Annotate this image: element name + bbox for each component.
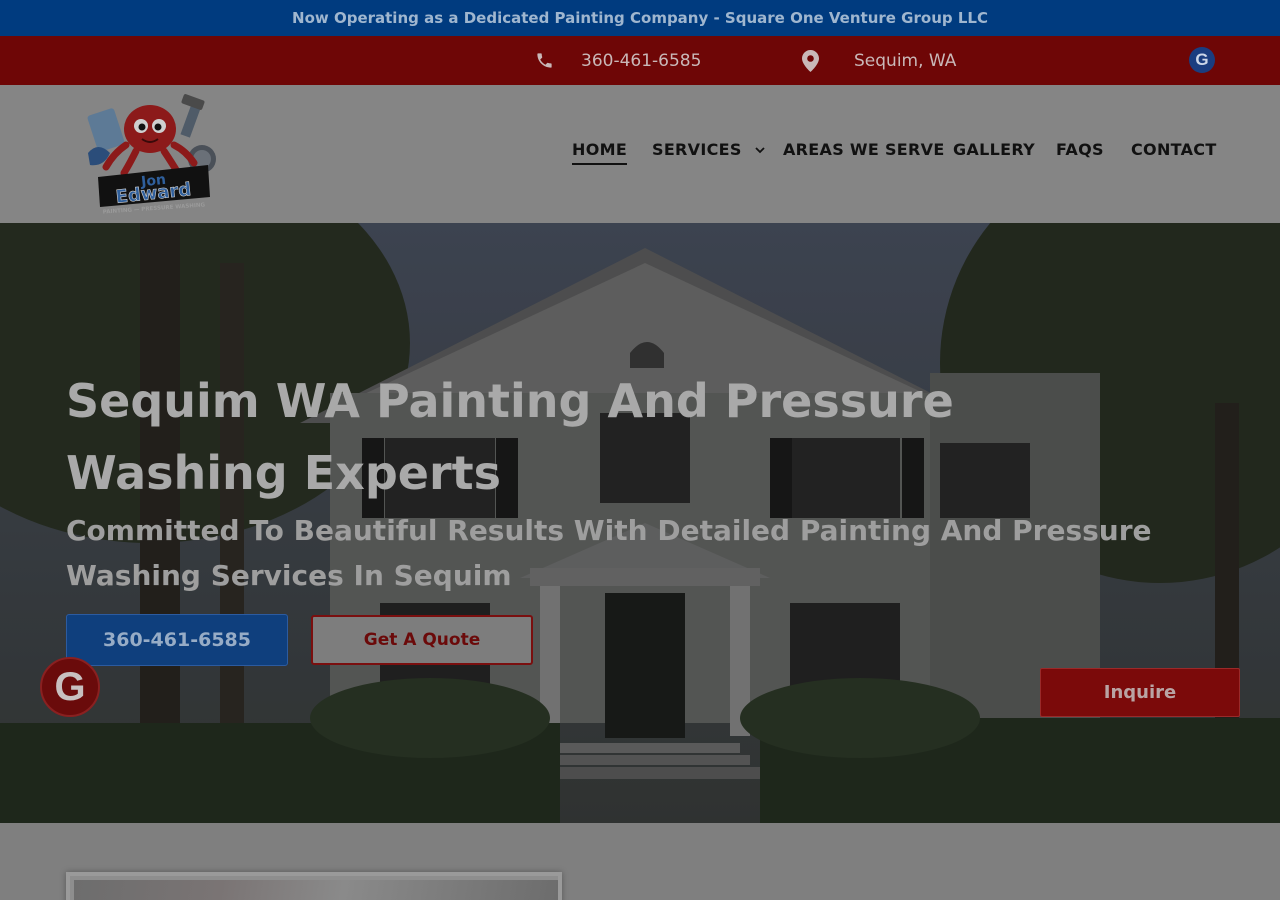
chevron-down-icon[interactable] [754,141,766,160]
contact-location: Sequim, WA [854,50,957,71]
announcement-text: Now Operating as a Dedicated Painting Co… [292,9,988,27]
get-quote-button[interactable]: Get A Quote [311,615,533,665]
site-logo[interactable]: Jon Edward PAINTING — PRESSURE WASHING [84,93,222,216]
nav-home[interactable]: HOME [572,140,628,165]
hero-title: Sequim WA Painting And Pressure Washing … [66,374,954,500]
nav-services-label: SERVICES [652,140,742,159]
contact-phone[interactable]: 360-461-6585 [581,36,701,85]
call-phone-button[interactable]: 360-461-6585 [66,614,288,666]
google-icon[interactable]: G [1189,47,1215,73]
inquire-button[interactable]: Inquire [1040,668,1240,717]
nav-services[interactable]: SERVICES [652,140,766,160]
nav-contact[interactable]: CONTACT [1131,140,1217,159]
google-icon: G [54,664,86,709]
nav-faqs[interactable]: FAQS [1056,140,1104,159]
hero-subtitle: Committed To Beautiful Results With Deta… [66,514,1152,592]
nav-areas-we-serve[interactable]: AREAS WE SERVE [783,140,945,159]
featured-image [74,880,558,900]
announcement-bar: Now Operating as a Dedicated Painting Co… [0,0,1280,36]
contact-bar: 360-461-6585 Sequim, WA G [0,36,1280,85]
featured-image-card [66,872,562,900]
map-pin-icon [802,36,819,85]
nav-gallery[interactable]: GALLERY [953,140,1035,159]
google-reviews-float-button[interactable]: G [40,657,100,717]
phone-icon [535,36,554,85]
